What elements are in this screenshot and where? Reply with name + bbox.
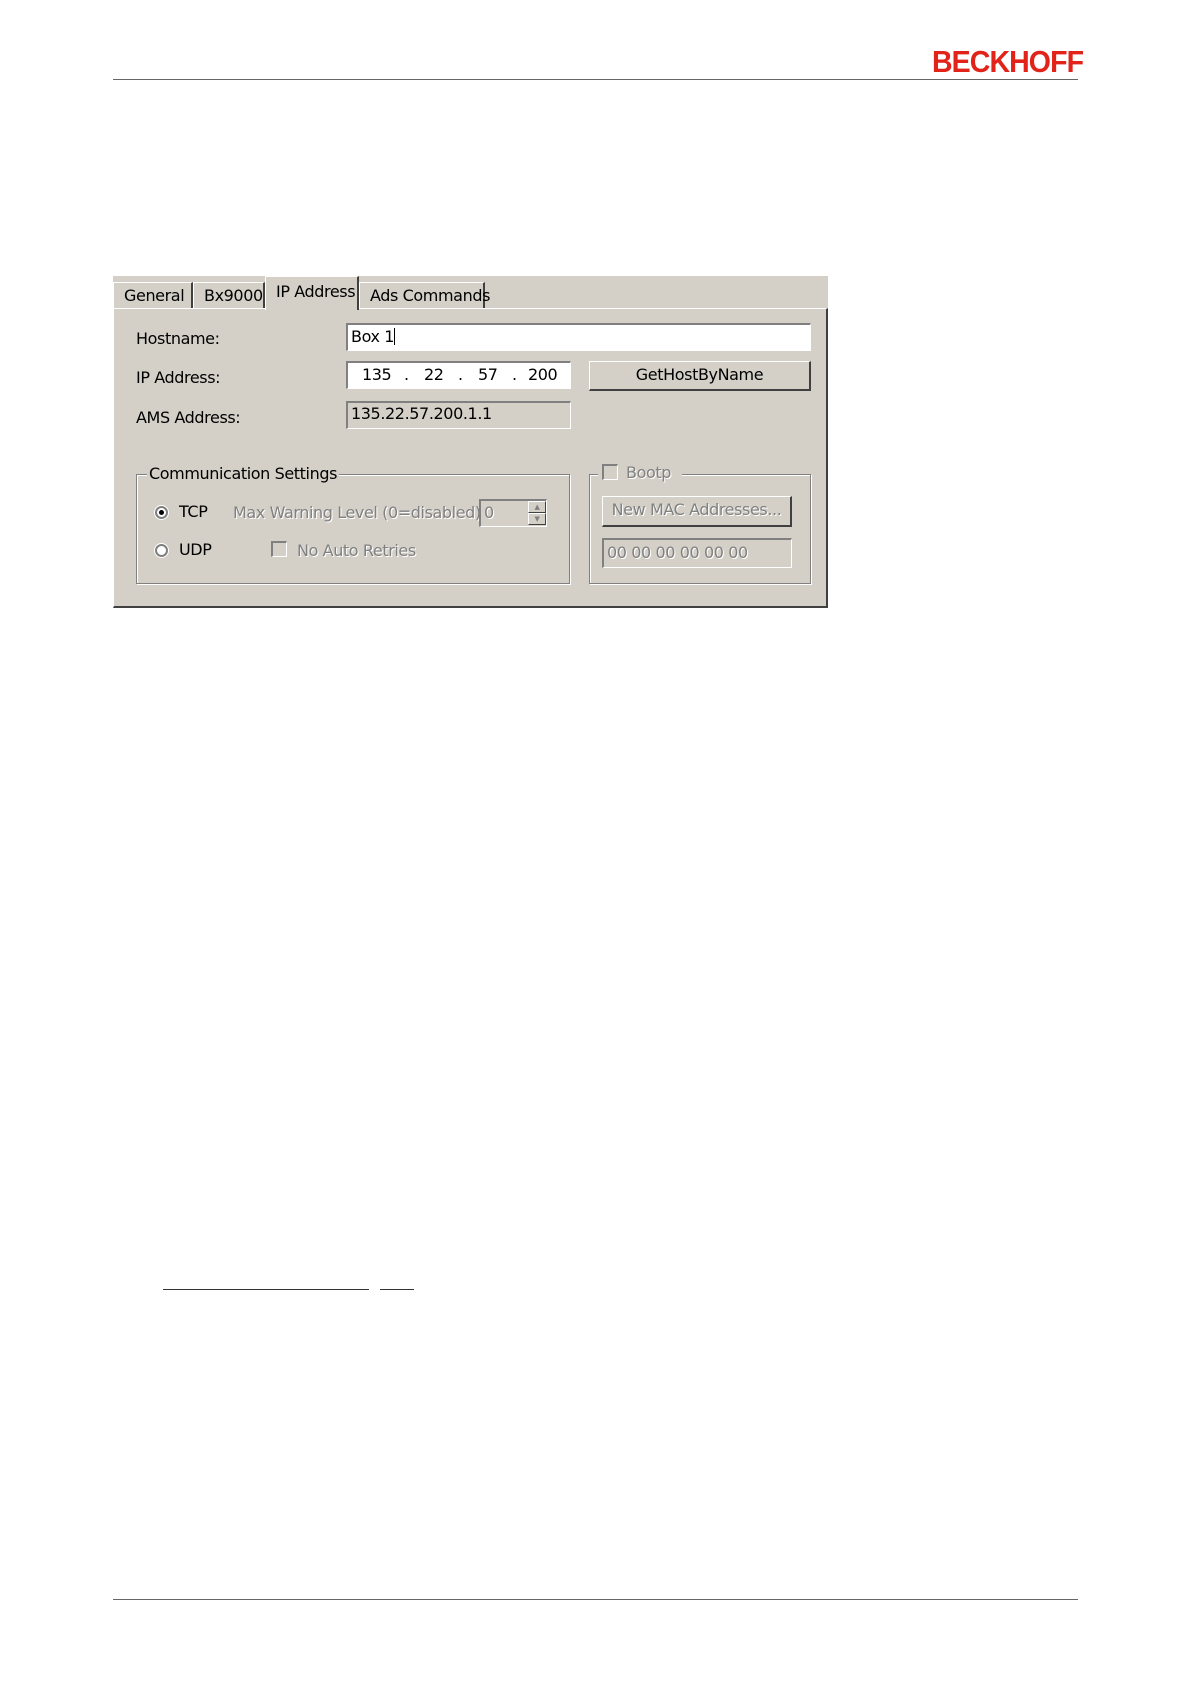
ams-address-label: AMS Address: — [136, 408, 241, 427]
ip-octet-4: 200 — [528, 365, 558, 384]
ip-dot-1: . — [404, 365, 409, 384]
header-rule — [113, 79, 1078, 80]
radio-dot — [159, 510, 164, 515]
beckhoff-logo: BECKHOFF — [932, 44, 1084, 79]
tab-ads-commands-label: Ads Commands — [370, 286, 491, 305]
ip-dot-3: . — [512, 365, 517, 384]
spin-down-icon[interactable]: ▼ — [528, 513, 546, 525]
ams-address-value: 135.22.57.200.1.1 — [351, 404, 492, 423]
max-warning-spinner[interactable]: 0 ▲ ▼ — [479, 499, 547, 527]
mac-address-field: 00 00 00 00 00 00 — [602, 538, 792, 568]
ams-address-field: 135.22.57.200.1.1 — [346, 401, 571, 429]
ip-address-panel: Hostname: Box 1 IP Address: 135 . 22 . 5… — [113, 308, 828, 608]
ip-address-label: IP Address: — [136, 368, 221, 387]
hostname-label: Hostname: — [136, 329, 220, 348]
tab-ip-address-label: IP Address — [276, 282, 356, 301]
udp-radio[interactable] — [155, 544, 168, 557]
max-warning-value: 0 — [484, 503, 494, 522]
underline-mark-2 — [380, 1289, 414, 1290]
bootp-checkbox[interactable] — [602, 464, 618, 480]
gethostbyname-label: GetHostByName — [635, 365, 764, 384]
tab-bx9000[interactable]: Bx9000 — [193, 282, 265, 308]
communication-settings-title: Communication Settings — [147, 464, 340, 483]
communication-settings-group: Communication Settings TCP Max Warning L… — [136, 464, 570, 584]
gethostbyname-button[interactable]: GetHostByName — [589, 361, 811, 391]
ip-dot-2: . — [458, 365, 463, 384]
tab-general[interactable]: General — [113, 282, 193, 308]
ip-octet-2: 22 — [424, 365, 444, 384]
bootp-label: Bootp — [626, 463, 671, 482]
tab-ads-commands[interactable]: Ads Commands — [359, 282, 490, 308]
tcp-label: TCP — [179, 502, 208, 521]
ip-address-input[interactable]: 135 . 22 . 57 . 200 — [346, 361, 571, 389]
udp-label: UDP — [179, 540, 212, 559]
tab-ip-address[interactable]: IP Address — [265, 276, 359, 310]
mac-address-value: 00 00 00 00 00 00 — [607, 543, 748, 562]
no-auto-retries-checkbox[interactable] — [271, 541, 287, 557]
tcp-radio[interactable] — [155, 506, 168, 519]
hostname-input[interactable]: Box 1 — [346, 323, 811, 351]
max-warning-label: Max Warning Level (0=disabled): — [233, 503, 486, 522]
ip-octet-1: 135 — [362, 365, 392, 384]
bootp-legend: Bootp — [598, 463, 682, 483]
tab-strip: General Bx9000 IP Address Ads Commands — [113, 276, 828, 310]
tab-general-label: General — [124, 286, 185, 305]
no-auto-retries-label: No Auto Retries — [297, 541, 416, 560]
underline-mark-1 — [163, 1289, 369, 1290]
bootp-group: Bootp New MAC Addresses... 00 00 00 00 0… — [589, 463, 811, 584]
ip-octet-3: 57 — [478, 365, 498, 384]
spin-up-icon[interactable]: ▲ — [528, 501, 546, 513]
text-caret — [394, 328, 396, 345]
hostname-value: Box 1 — [351, 327, 395, 346]
tab-bx9000-label: Bx9000 — [204, 286, 263, 305]
footer-rule — [113, 1599, 1078, 1600]
new-mac-addresses-button[interactable]: New MAC Addresses... — [602, 496, 792, 527]
new-mac-addresses-label: New MAC Addresses... — [611, 500, 782, 519]
ip-address-dialog: General Bx9000 IP Address Ads Commands H… — [113, 276, 828, 608]
